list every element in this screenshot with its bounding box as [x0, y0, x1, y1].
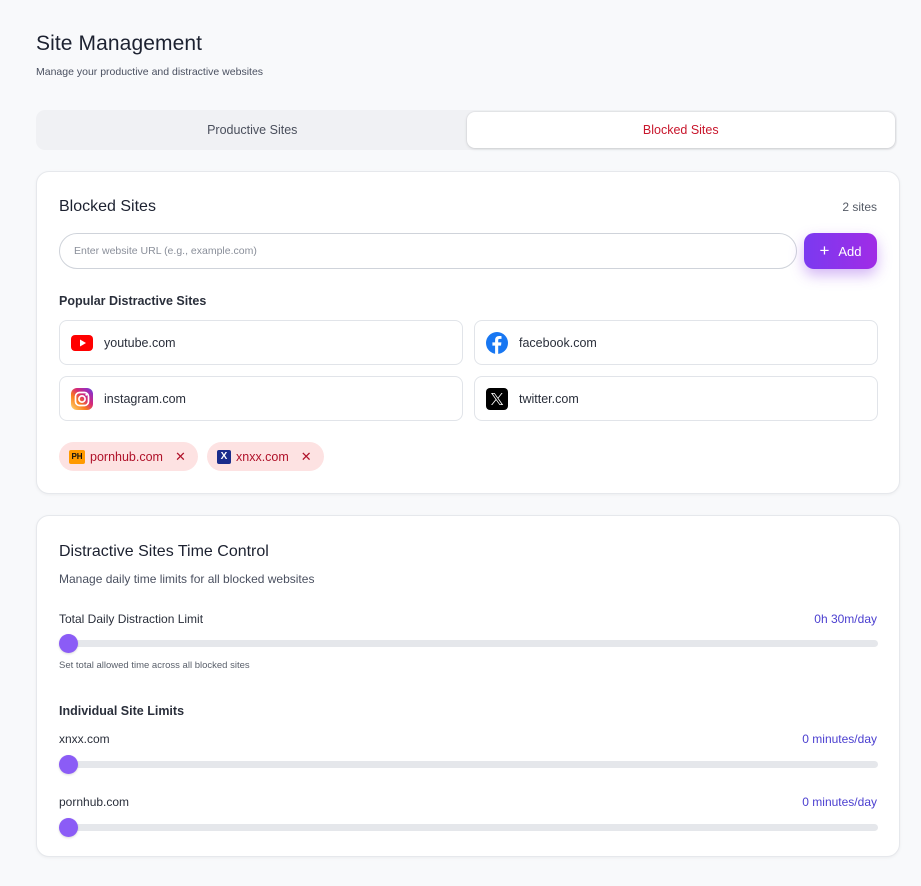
popular-site-youtube[interactable]: youtube.com [59, 320, 463, 365]
time-control-description: Manage daily time limits for all blocked… [59, 572, 315, 586]
url-input[interactable] [59, 233, 797, 269]
page-title: Site Management [36, 32, 203, 55]
add-button-label: Add [838, 243, 862, 259]
page-subtitle: Manage your productive and distractive w… [36, 66, 264, 78]
blocked-site-chip: X xnxx.com ✕ [207, 442, 324, 471]
popular-site-label: instagram.com [104, 391, 186, 406]
individual-limits-title: Individual Site Limits [59, 704, 185, 718]
time-control-card: Distractive Sites Time Control Manage da… [36, 515, 900, 857]
plus-icon: + [819, 240, 830, 260]
tab-bar: Productive Sites Blocked Sites [36, 110, 897, 150]
instagram-icon [70, 387, 94, 411]
popular-sites-title: Popular Distractive Sites [59, 294, 207, 308]
blocked-sites-card: Blocked Sites 2 sites + Add Popular Dist… [36, 171, 900, 494]
popular-site-instagram[interactable]: instagram.com [59, 376, 463, 421]
popular-site-label: youtube.com [104, 335, 176, 350]
x-twitter-icon [485, 387, 509, 411]
pornhub-logo-icon: PH [69, 449, 85, 464]
total-limit-hint: Set total allowed time across all blocke… [59, 660, 250, 671]
site-limit-label: pornhub.com [59, 795, 130, 809]
popular-site-label: twitter.com [519, 391, 579, 406]
popular-site-label: facebook.com [519, 335, 597, 350]
popular-site-facebook[interactable]: facebook.com [474, 320, 878, 365]
blocked-sites-count: 2 sites [842, 200, 877, 214]
tab-blocked-sites[interactable]: Blocked Sites [466, 112, 895, 148]
remove-chip-icon[interactable]: ✕ [301, 449, 312, 465]
total-limit-value: 0h 30m/day [814, 612, 877, 626]
blocked-sites-title: Blocked Sites [59, 198, 156, 215]
blocked-site-chip: PH pornhub.com ✕ [59, 442, 198, 471]
facebook-icon [485, 331, 509, 355]
xnxx-logo-icon: X [217, 449, 231, 464]
popular-site-twitter[interactable]: twitter.com [474, 376, 878, 421]
site-limit-label: xnxx.com [59, 732, 110, 746]
tab-productive-sites[interactable]: Productive Sites [38, 112, 467, 148]
slider-thumb[interactable] [59, 634, 78, 653]
total-limit-slider[interactable] [59, 634, 878, 653]
chip-label: pornhub.com [90, 449, 163, 464]
site-limit-slider-pornhub[interactable] [59, 818, 878, 837]
total-limit-label: Total Daily Distraction Limit [59, 612, 204, 626]
chip-label: xnxx.com [236, 449, 289, 464]
time-control-title: Distractive Sites Time Control [59, 543, 269, 560]
youtube-icon [70, 331, 94, 355]
remove-chip-icon[interactable]: ✕ [175, 449, 186, 465]
page-header: Site Management Manage your productive a… [36, 32, 263, 78]
slider-thumb[interactable] [59, 818, 78, 837]
site-limit-slider-xnxx[interactable] [59, 755, 878, 774]
slider-thumb[interactable] [59, 755, 78, 774]
site-limit-value: 0 minutes/day [802, 795, 877, 809]
add-button[interactable]: + Add [804, 233, 877, 269]
site-limit-value: 0 minutes/day [802, 732, 877, 746]
